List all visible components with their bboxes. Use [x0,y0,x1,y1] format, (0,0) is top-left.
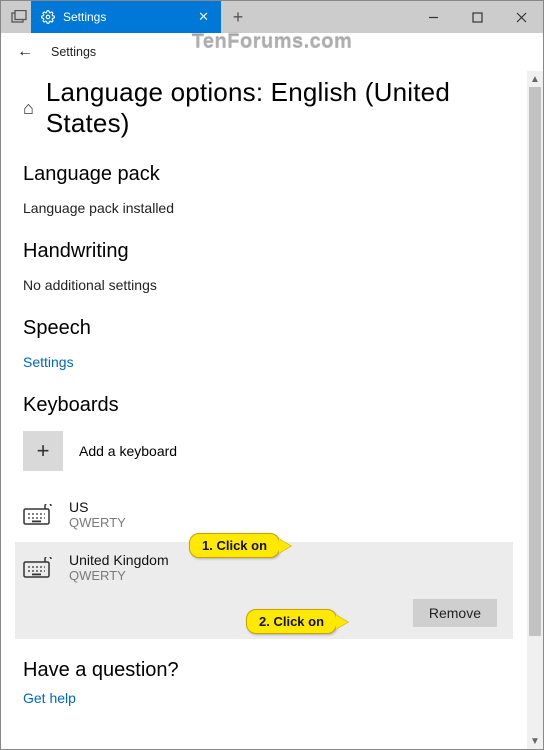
window-controls [411,1,543,33]
close-window-button[interactable] [499,1,543,33]
handwriting-status: No additional settings [23,277,505,293]
maximize-button[interactable] [455,1,499,33]
language-pack-status: Language pack installed [23,200,505,216]
keyboard-icon [23,504,53,526]
taskview-icon [7,1,31,33]
minimize-button[interactable] [411,1,455,33]
sub-header: ← Settings [1,33,543,71]
keyboard-item-us[interactable]: US QWERTY [23,491,505,538]
remove-button[interactable]: Remove [413,599,497,627]
tab-label: Settings [63,10,106,24]
page-title: Language options: English (United States… [46,77,505,139]
content-area: ⌂ Language options: English (United Stat… [1,71,527,749]
scroll-down-icon[interactable]: ▼ [527,733,543,749]
add-keyboard-label: Add a keyboard [79,443,177,459]
window-titlebar: Settings ✕ + [1,1,543,33]
keyboard-layout: QWERTY [69,515,126,530]
add-keyboard-row[interactable]: + Add a keyboard [23,431,505,471]
speech-settings-link[interactable]: Settings [23,354,505,370]
annotation-callout-2: 2. Click on [246,609,337,634]
active-tab[interactable]: Settings ✕ [31,1,221,33]
scroll-track[interactable] [527,87,543,733]
keyboard-layout: QWERTY [69,568,169,583]
annotation-callout-1: 1. Click on [189,533,280,558]
scroll-thumb[interactable] [529,87,541,636]
get-help-link[interactable]: Get help [23,690,505,706]
section-heading-speech: Speech [23,317,505,340]
home-icon[interactable]: ⌂ [23,98,34,119]
vertical-scrollbar[interactable]: ▲ ▼ [527,71,543,749]
scroll-up-icon[interactable]: ▲ [527,71,543,87]
keyboard-icon [23,557,53,579]
section-heading-keyboards: Keyboards [23,394,505,417]
close-tab-icon[interactable]: ✕ [198,9,209,25]
gear-icon [41,10,55,24]
sub-header-label: Settings [51,45,96,59]
plus-icon: + [23,431,63,471]
keyboard-name: US [69,499,126,515]
keyboard-name: United Kingdom [69,552,169,568]
help-heading: Have a question? [23,659,505,682]
section-heading-handwriting: Handwriting [23,240,505,263]
section-heading-language-pack: Language pack [23,163,505,186]
new-tab-button[interactable]: + [221,1,255,33]
back-button[interactable]: ← [17,43,33,61]
